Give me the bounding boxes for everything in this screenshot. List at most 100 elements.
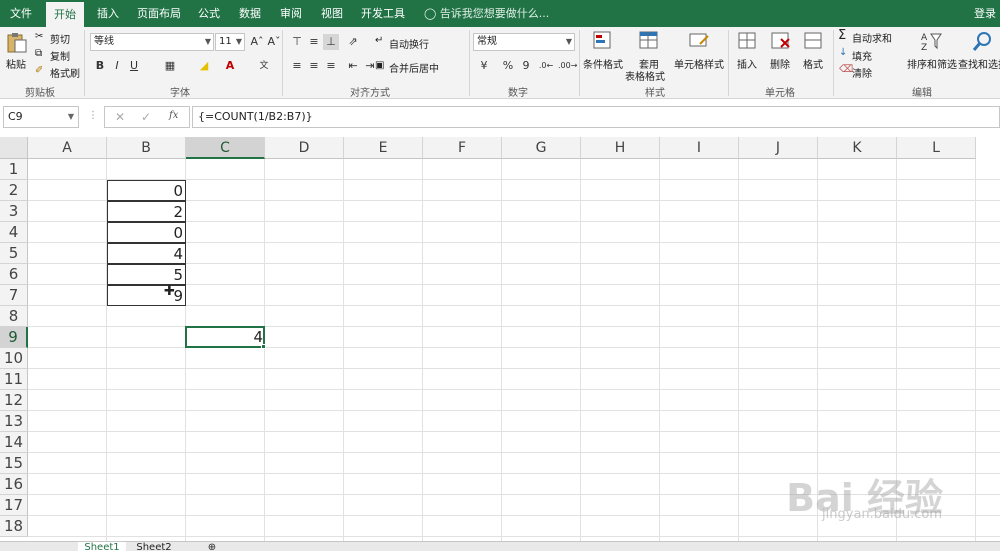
paste-button[interactable]: 粘贴 bbox=[6, 56, 26, 71]
column-header-k[interactable]: K bbox=[818, 137, 897, 159]
cut-button[interactable]: 剪切 bbox=[50, 31, 70, 46]
cell-b5[interactable]: 4 bbox=[107, 243, 186, 264]
column-header-l[interactable]: L bbox=[897, 137, 976, 159]
cell-b6[interactable]: 5 bbox=[107, 264, 186, 285]
row-header-8[interactable]: 8 bbox=[0, 306, 28, 327]
number-format-select[interactable]: 常规 ▼ bbox=[473, 33, 575, 51]
align-right-icon[interactable]: ≡ bbox=[323, 58, 339, 74]
align-center-icon[interactable]: ≡ bbox=[306, 58, 322, 74]
cell-b4[interactable]: 0 bbox=[107, 222, 186, 243]
row-header-10[interactable]: 10 bbox=[0, 348, 28, 369]
insert-function-icon[interactable]: fx bbox=[169, 110, 178, 121]
decrease-indent-icon[interactable]: ⇤ bbox=[345, 58, 361, 74]
row-header-13[interactable]: 13 bbox=[0, 411, 28, 432]
font-color-icon[interactable]: A bbox=[222, 58, 238, 74]
column-header-b[interactable]: B bbox=[107, 137, 186, 159]
sort-filter-button[interactable]: 排序和筛选 bbox=[907, 56, 957, 71]
find-select-button[interactable]: 查找和选择 bbox=[958, 56, 1000, 71]
italic-button[interactable]: I bbox=[109, 58, 125, 74]
sheet-tab-1[interactable]: Sheet1 bbox=[78, 542, 126, 551]
align-middle-icon[interactable]: ≡ bbox=[306, 34, 322, 50]
row-header-4[interactable]: 4 bbox=[0, 222, 28, 243]
align-top-icon[interactable]: ⊤ bbox=[289, 34, 305, 50]
insert-cells-button[interactable]: 插入 bbox=[737, 56, 757, 71]
column-header-g[interactable]: G bbox=[502, 137, 581, 159]
tab-insert[interactable]: 插入 bbox=[90, 0, 126, 27]
tab-review[interactable]: 审阅 bbox=[274, 0, 308, 27]
row-header-15[interactable]: 15 bbox=[0, 453, 28, 474]
row-header-9[interactable]: 9 bbox=[0, 327, 28, 348]
tell-me-box[interactable]: ◯ 告诉我您想要做什么... bbox=[424, 0, 549, 27]
column-header-a[interactable]: A bbox=[28, 137, 107, 159]
row-header-11[interactable]: 11 bbox=[0, 369, 28, 390]
select-all-button[interactable] bbox=[0, 137, 28, 159]
row-header-12[interactable]: 12 bbox=[0, 390, 28, 411]
format-painter-button[interactable]: 格式刷 bbox=[50, 65, 80, 80]
sign-in-link[interactable]: 登录 bbox=[974, 0, 996, 27]
row-header-18[interactable]: 18 bbox=[0, 516, 28, 537]
cell-b2[interactable]: 0 bbox=[107, 180, 186, 201]
tab-page-layout[interactable]: 页面布局 bbox=[132, 0, 186, 27]
row-header-3[interactable]: 3 bbox=[0, 201, 28, 222]
cancel-icon[interactable]: ✕ bbox=[115, 110, 125, 124]
currency-icon[interactable]: ¥ bbox=[476, 58, 492, 74]
font-size-select[interactable]: 11 ▼ bbox=[215, 33, 245, 51]
delete-cells-button[interactable]: 删除 bbox=[770, 56, 790, 71]
align-left-icon[interactable]: ≡ bbox=[289, 58, 305, 74]
row-header-6[interactable]: 6 bbox=[0, 264, 28, 285]
cell-b3[interactable]: 2 bbox=[107, 201, 186, 222]
tab-view[interactable]: 视图 bbox=[314, 0, 350, 27]
column-header-e[interactable]: E bbox=[344, 137, 423, 159]
column-header-f[interactable]: F bbox=[423, 137, 502, 159]
align-bottom-icon[interactable]: ⊥ bbox=[323, 34, 339, 50]
row-header-7[interactable]: 7 bbox=[0, 285, 28, 306]
sheet-tab-2[interactable]: Sheet2 bbox=[130, 542, 178, 551]
tab-developer[interactable]: 开发工具 bbox=[356, 0, 410, 27]
shrink-font-button[interactable]: Aˇ bbox=[266, 34, 282, 50]
tab-formulas[interactable]: 公式 bbox=[192, 0, 226, 27]
add-sheet-icon[interactable]: ⊕ bbox=[200, 542, 224, 551]
merge-center-button[interactable]: 合并后居中 bbox=[389, 60, 439, 75]
phonetic-icon[interactable]: 文 bbox=[256, 58, 272, 74]
conditional-format-button[interactable]: 条件格式 bbox=[583, 56, 623, 71]
percent-button[interactable]: % bbox=[500, 58, 516, 74]
column-header-c[interactable]: C bbox=[186, 137, 265, 159]
decrease-decimal-icon[interactable]: .00→ bbox=[558, 58, 577, 74]
underline-button[interactable]: U bbox=[126, 58, 142, 74]
cells-group-label: 单元格 bbox=[765, 88, 795, 99]
column-header-d[interactable]: D bbox=[265, 137, 344, 159]
row-header-5[interactable]: 5 bbox=[0, 243, 28, 264]
row-header-16[interactable]: 16 bbox=[0, 474, 28, 495]
borders-icon[interactable]: ▦ bbox=[162, 58, 178, 74]
format-as-table-line2[interactable]: 表格格式 bbox=[625, 68, 665, 83]
column-header-i[interactable]: I bbox=[660, 137, 739, 159]
orientation-icon[interactable]: ⇗ bbox=[345, 34, 361, 50]
fill-button[interactable]: 填充 bbox=[852, 48, 872, 63]
tab-home[interactable]: 开始 bbox=[46, 2, 84, 29]
bold-button[interactable]: B bbox=[92, 58, 108, 74]
autosum-button[interactable]: 自动求和 bbox=[852, 30, 892, 45]
wrap-text-button[interactable]: 自动换行 bbox=[389, 36, 429, 51]
grow-font-button[interactable]: Aˆ bbox=[249, 34, 265, 50]
font-name-select[interactable]: 等线 ▼ bbox=[90, 33, 214, 51]
copy-button[interactable]: 复制 bbox=[50, 48, 70, 63]
increase-decimal-icon[interactable]: .0← bbox=[538, 58, 554, 74]
tab-data[interactable]: 数据 bbox=[232, 0, 268, 27]
row-header-1[interactable]: 1 bbox=[0, 159, 28, 180]
row-header-17[interactable]: 17 bbox=[0, 495, 28, 516]
column-header-j[interactable]: J bbox=[739, 137, 818, 159]
row-header-2[interactable]: 2 bbox=[0, 180, 28, 201]
enter-icon[interactable]: ✓ bbox=[141, 110, 151, 124]
name-box-value: C9 bbox=[8, 110, 23, 123]
cell-styles-button[interactable]: 单元格样式 bbox=[674, 56, 724, 71]
comma-button[interactable]: 9 bbox=[518, 58, 534, 74]
format-cells-button[interactable]: 格式 bbox=[803, 56, 823, 71]
fill-color-icon[interactable]: ◢ bbox=[196, 58, 212, 74]
tab-file[interactable]: 文件 bbox=[2, 0, 40, 27]
clear-button[interactable]: 清除 bbox=[852, 65, 872, 80]
column-header-h[interactable]: H bbox=[581, 137, 660, 159]
fill-handle[interactable] bbox=[261, 344, 266, 349]
formula-input[interactable]: {=COUNT(1/B2:B7)} bbox=[192, 106, 1000, 128]
name-box[interactable]: C9 ▼ bbox=[3, 106, 79, 128]
row-header-14[interactable]: 14 bbox=[0, 432, 28, 453]
